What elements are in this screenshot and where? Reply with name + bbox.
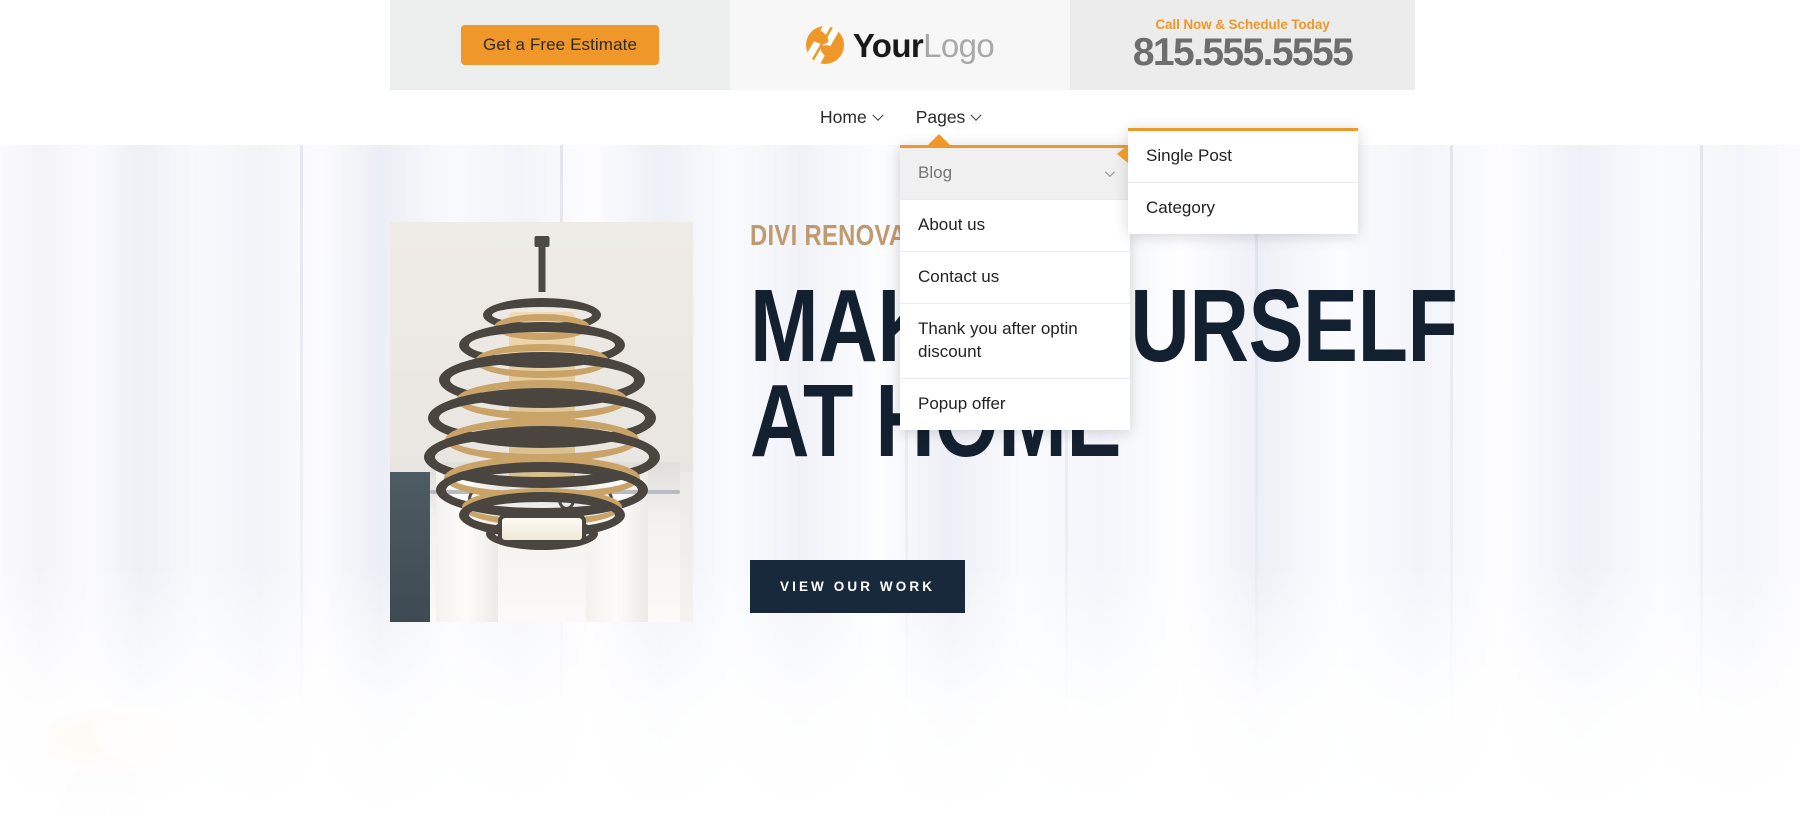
dropdown-item-thank-you-optin-label: Thank you after optin discount [918, 318, 1078, 361]
nav-item-pages-label: Pages [915, 106, 966, 127]
flower-decoration [35, 703, 195, 823]
site-logo[interactable]: YourLogo [805, 26, 995, 64]
nav-item-home-label: Home [820, 106, 867, 127]
blog-submenu: Single Post Category [1117, 128, 1358, 234]
chevron-down-icon [872, 109, 884, 121]
dropdown-item-contact-us-label: Contact us [918, 266, 1000, 286]
header-logo-panel: YourLogo [730, 0, 1070, 90]
get-free-estimate-button[interactable]: Get a Free Estimate [460, 24, 659, 66]
phone-tagline: Call Now & Schedule Today [1155, 16, 1330, 32]
dropdown-item-popup-offer-label: Popup offer [918, 393, 1006, 413]
top-header-bar: Get a Free Estimate YourLogo Call Now & … [390, 0, 1415, 90]
swirl-logo-icon [805, 26, 844, 64]
phone-block[interactable]: Call Now & Schedule Today 815.555.5555 [1133, 16, 1354, 73]
logo-wordmark: YourLogo [852, 26, 995, 64]
nav-item-pages[interactable]: Pages [915, 106, 982, 127]
logo-primary-text: Your [852, 26, 924, 64]
submenu-item-category-label: Category [1146, 197, 1215, 217]
hero-text-block: DIVI RENOVATION MAKE YOURSELF AT HOME [750, 222, 1634, 472]
logo-secondary-text: Logo [923, 26, 995, 64]
dropdown-item-blog[interactable]: Blog [900, 148, 1130, 200]
curtain-fold [1700, 145, 1703, 823]
dropdown-item-blog-label: Blog [918, 163, 953, 182]
submenu-item-category[interactable]: Category [1128, 183, 1358, 234]
nav-items-list: Home Pages [820, 90, 982, 145]
chandelier-photo [390, 222, 693, 622]
phone-number[interactable]: 815.555.5555 [1133, 33, 1354, 72]
chevron-down-icon [970, 109, 982, 121]
pages-dropdown-menu: Blog About us Contact us Thank you after… [900, 134, 1130, 430]
curtain-fold [300, 145, 303, 823]
dropdown-item-contact-us[interactable]: Contact us [900, 252, 1130, 304]
submenu-item-single-post-label: Single Post [1146, 146, 1232, 165]
chevron-down-icon [1104, 167, 1115, 178]
dropdown-item-popup-offer[interactable]: Popup offer [900, 379, 1130, 430]
header-estimate-panel: Get a Free Estimate [390, 0, 730, 90]
dropdown-item-about-us-label: About us [918, 214, 986, 234]
nav-item-home[interactable]: Home [820, 106, 884, 127]
view-our-work-button[interactable]: VIEW OUR WORK [750, 560, 966, 613]
header-phone-panel: Call Now & Schedule Today 815.555.5555 [1070, 0, 1415, 90]
submenu-item-single-post[interactable]: Single Post [1128, 131, 1358, 183]
dropdown-item-about-us[interactable]: About us [900, 200, 1130, 252]
dropdown-item-thank-you-optin[interactable]: Thank you after optin discount [900, 304, 1130, 379]
chandelier-illustration [417, 236, 667, 560]
main-navigation-bar: Home Pages [0, 90, 1800, 145]
